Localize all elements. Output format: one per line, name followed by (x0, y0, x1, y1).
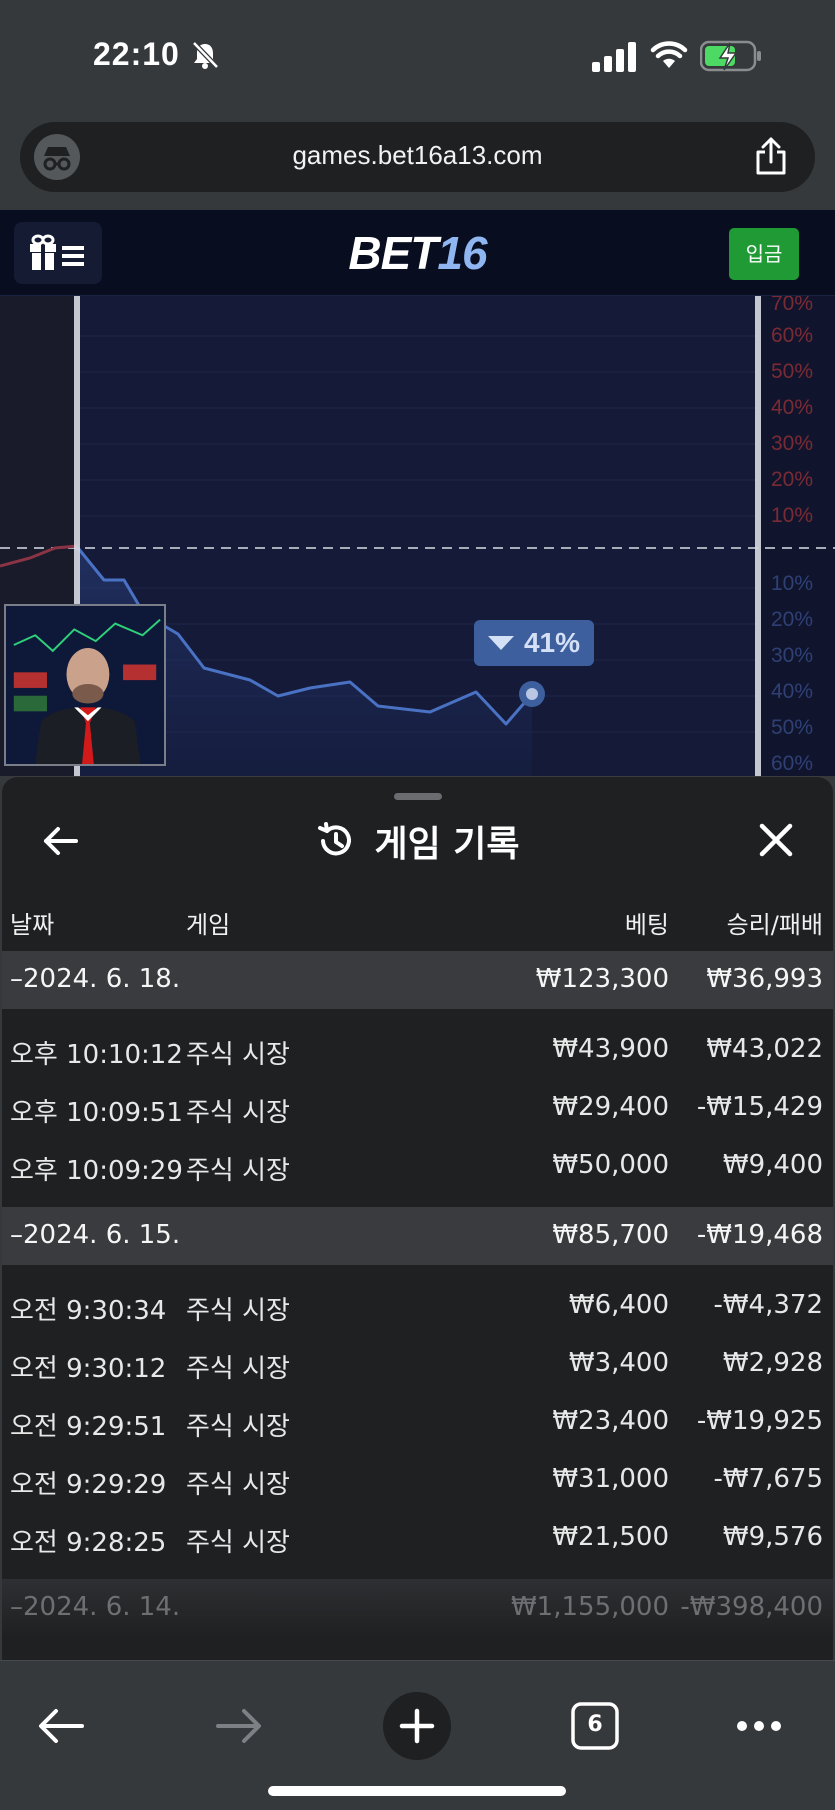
column-result[interactable]: 승리/패배 (727, 905, 823, 940)
down-triangle-icon (488, 636, 514, 650)
status-bar: 22:10 (0, 0, 835, 118)
axis-label: 50% (770, 360, 813, 383)
address-bar[interactable]: games.bet16a13.com (20, 122, 815, 192)
axis-label: 60% (770, 752, 813, 775)
tabs-button[interactable]: 6 (560, 1691, 630, 1761)
deposit-button[interactable]: 입금 (729, 228, 799, 280)
bell-slash-icon (192, 41, 219, 69)
axis-label: 10% (770, 504, 813, 527)
presenter-video-thumbnail[interactable] (4, 604, 166, 766)
column-game[interactable]: 게임 (186, 905, 230, 940)
close-icon[interactable] (757, 821, 795, 859)
history-table: –2024. 6. 18. ₩123,300 ₩36,993 오후 10:10:… (2, 951, 833, 1637)
axis-label: 40% (770, 396, 813, 419)
axis-label: 10% (770, 572, 813, 595)
share-icon[interactable] (753, 136, 789, 176)
sheet-header: 게임 기록 (2, 815, 833, 867)
back-arrow-icon[interactable] (26, 1691, 96, 1761)
axis-label: 30% (770, 644, 813, 667)
game-history-sheet: 게임 기록 날짜 게임 베팅 승리/패배 –2024. 6. 18. ₩123,… (2, 776, 833, 1660)
axis-label: 30% (770, 432, 813, 455)
axis-label: 20% (770, 608, 813, 631)
axis-label: 40% (770, 680, 813, 703)
table-row[interactable]: 오전 9:29:29 주식 시장 ₩31,000 -₩7,675 (2, 1451, 833, 1509)
date-group-row[interactable]: –2024. 6. 15. ₩85,700 -₩19,468 (2, 1207, 833, 1265)
new-tab-plus-icon[interactable] (382, 1691, 452, 1761)
table-row[interactable]: 오후 10:09:51 주식 시장 ₩29,400 -₩15,429 (2, 1079, 833, 1137)
signal-icon (592, 42, 636, 72)
axis-label: 60% (770, 324, 813, 347)
table-row[interactable]: 오후 10:09:29 주식 시장 ₩50,000 ₩9,400 (2, 1137, 833, 1195)
more-dots-icon[interactable] (724, 1691, 794, 1761)
tab-count: 6 (587, 1712, 603, 1737)
site-header: BET16 입금 (0, 210, 835, 296)
axis-label: 70% (770, 296, 813, 315)
history-icon (318, 822, 352, 856)
axis-label: 20% (770, 468, 813, 491)
status-time: 22:10 (93, 36, 180, 72)
axis-label: 50% (770, 716, 813, 739)
sheet-title: 게임 기록 (374, 824, 520, 865)
wifi-icon (650, 41, 688, 68)
table-row[interactable]: 오전 9:29:51 주식 시장 ₩23,400 -₩19,925 (2, 1393, 833, 1451)
sheet-drag-handle[interactable] (394, 793, 442, 800)
column-bet[interactable]: 베팅 (625, 905, 669, 940)
table-header: 날짜 게임 베팅 승리/패배 (2, 903, 833, 943)
site-logo[interactable]: BET16 (0, 226, 835, 280)
table-row[interactable]: 오후 10:10:12 주식 시장 ₩43,900 ₩43,022 (2, 1021, 833, 1079)
current-price-tag: 41% (474, 620, 594, 666)
table-row[interactable]: 오전 9:30:12 주식 시장 ₩3,400 ₩2,928 (2, 1335, 833, 1393)
column-date[interactable]: 날짜 (10, 905, 54, 940)
stock-chart: 70% 60% 50% 40% 30% 20% 10% 10% 20% 30% … (0, 296, 835, 776)
table-row[interactable]: 오전 9:28:25 주식 시장 ₩21,500 ₩9,576 (2, 1509, 833, 1567)
forward-arrow-icon[interactable] (204, 1691, 274, 1761)
table-row[interactable]: 오전 9:30:34 주식 시장 ₩6,400 -₩4,372 (2, 1277, 833, 1335)
battery-charging-icon (700, 40, 761, 72)
url-text[interactable]: games.bet16a13.com (20, 140, 815, 171)
date-group-row[interactable]: –2024. 6. 18. ₩123,300 ₩36,993 (2, 951, 833, 1009)
home-indicator[interactable] (268, 1786, 566, 1796)
date-group-row[interactable]: –2024. 6. 14. ₩1,155,000 -₩398,400 (2, 1579, 833, 1637)
